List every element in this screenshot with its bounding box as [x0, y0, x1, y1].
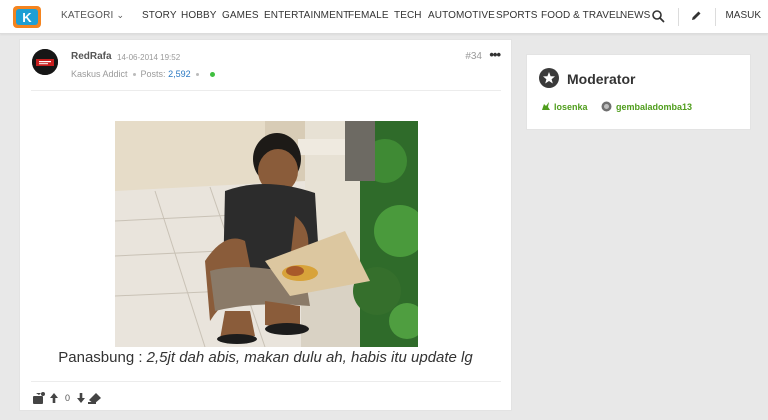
avatar-image — [32, 49, 58, 75]
top-navbar: K KATEGORI ⌄ STORY HOBBY GAMES ENTERTAINM… — [0, 0, 768, 34]
nav-item-sports[interactable]: SPORTS — [496, 10, 538, 21]
nav-item-games[interactable]: GAMES — [222, 10, 259, 21]
post-number[interactable]: #34 — [465, 51, 482, 62]
moderator-title: Moderator — [567, 71, 636, 87]
vote-count: 0 — [65, 393, 71, 403]
avatar[interactable] — [32, 49, 58, 75]
post-caption: Panasbung : 2,5jt dah abis, makan dulu a… — [20, 349, 511, 366]
nav-item-hobby[interactable]: HOBBY — [181, 10, 217, 21]
star-icon — [539, 68, 559, 88]
post-photo[interactable] — [115, 121, 418, 347]
quote-icon[interactable] — [32, 391, 46, 405]
nav-item-news[interactable]: NEWS — [620, 10, 650, 21]
author-rank: Kaskus Addict — [71, 69, 128, 79]
svg-text:K: K — [22, 10, 32, 25]
posts-count[interactable]: 2,592 — [168, 69, 191, 79]
pencil-icon[interactable] — [689, 9, 703, 23]
kaskus-logo[interactable]: K — [10, 5, 44, 29]
nav-item-story[interactable]: STORY — [142, 10, 177, 21]
share-icon[interactable] — [87, 391, 103, 405]
separator-dot — [195, 73, 199, 77]
chevron-down-icon: ⌄ — [116, 10, 125, 20]
login-button[interactable]: MASUK — [725, 10, 761, 21]
arrow-down-icon[interactable] — [76, 392, 86, 404]
post-divider — [31, 90, 501, 91]
posts-label: Posts: — [140, 69, 166, 79]
nav-item-tech[interactable]: TECH — [394, 10, 422, 21]
nav-item-entertainment[interactable]: ENTERTAINMENT — [264, 10, 349, 21]
nav-divider — [678, 8, 679, 26]
moderator-avatar-icon — [601, 101, 612, 112]
kategori-label: KATEGORI — [61, 10, 114, 21]
post-author[interactable]: RedRafa — [71, 51, 112, 62]
moderator-panel: Moderator losenka gembaladomba13 — [526, 54, 751, 130]
author-meta: Kaskus Addict Posts: 2,592 — [71, 69, 215, 79]
nav-item-food-travel[interactable]: FOOD & TRAVEL — [541, 10, 621, 21]
moderator-avatar-icon — [542, 102, 550, 110]
separator-dot — [132, 73, 136, 77]
kategori-dropdown[interactable]: KATEGORI ⌄ — [61, 10, 124, 21]
nav-item-female[interactable]: FEMALE — [348, 10, 389, 21]
moderator-link-gembaladomba13[interactable]: gembaladomba13 — [616, 102, 692, 112]
moderator-link-losenka[interactable]: losenka — [554, 102, 588, 112]
caption-lead: Panasbung : — [58, 349, 147, 366]
nav-item-automotive[interactable]: AUTOMOTIVE — [428, 10, 495, 21]
post-divider — [31, 381, 501, 382]
arrow-up-icon[interactable] — [49, 392, 59, 404]
caption-text: 2,5jt dah abis, makan dulu ah, habis itu… — [146, 349, 473, 366]
post-date: 14-06-2014 19:52 — [117, 53, 181, 62]
search-icon[interactable] — [651, 9, 665, 23]
post-card: RedRafa 14-06-2014 19:52 #34 ••• Kaskus … — [19, 39, 512, 411]
online-status-indicator — [209, 72, 215, 78]
nav-divider — [715, 8, 716, 26]
more-dots-icon[interactable]: ••• — [489, 47, 501, 62]
